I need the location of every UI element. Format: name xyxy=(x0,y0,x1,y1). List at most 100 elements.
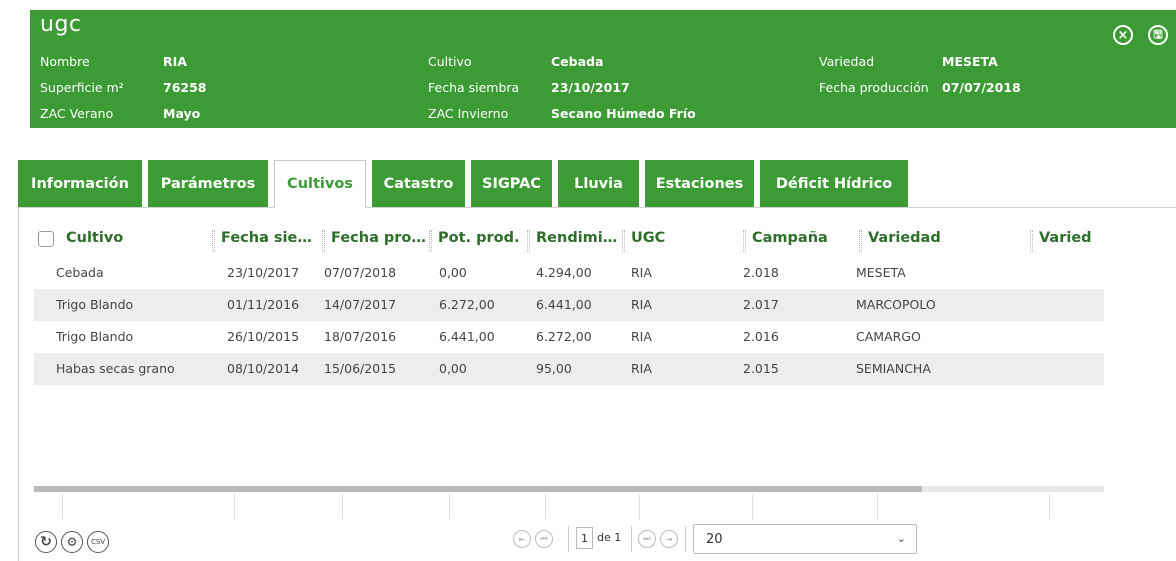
value-superficie: 76258 xyxy=(163,80,207,95)
tab-lluvia[interactable]: Lluvia xyxy=(558,160,639,208)
close-icon[interactable]: × xyxy=(1113,25,1133,45)
cell-pot-prod: 6.441,00 xyxy=(439,329,495,344)
tab-sigpac[interactable]: SIGPAC xyxy=(471,160,552,208)
cell-variedad: CAMARGO xyxy=(856,329,921,344)
tab-deficit-hidrico[interactable]: Déficit Hídrico xyxy=(760,160,908,208)
tab-parametros[interactable]: Parámetros xyxy=(148,160,268,208)
cell-cultivo: Trigo Blando xyxy=(56,297,134,312)
cell-pot-prod: 0,00 xyxy=(439,361,467,376)
page-count-text: de 1 xyxy=(597,531,622,544)
value-fecha-produccion: 07/07/2018 xyxy=(942,80,1021,95)
tab-catastro[interactable]: Catastro xyxy=(372,160,465,208)
column-resize-handle[interactable] xyxy=(322,230,325,252)
label-superficie: Superficie m² xyxy=(40,80,124,95)
label-zac-verano: ZAC Verano xyxy=(40,106,114,121)
table-row[interactable]: Trigo Blando 01/11/2016 14/07/2017 6.272… xyxy=(34,289,1104,321)
cell-ugc: RIA xyxy=(631,329,652,344)
cell-fecha-siembra: 26/10/2015 xyxy=(227,329,300,344)
cell-cultivo: Cebada xyxy=(56,265,104,280)
footer-divider xyxy=(1049,494,1050,519)
footer-divider xyxy=(639,494,640,519)
table-row[interactable]: Habas secas grano 08/10/2014 15/06/2015 … xyxy=(34,353,1104,385)
ugc-header: ugc Nombre RIA Superficie m² 76258 ZAC V… xyxy=(30,10,1176,128)
pager-divider xyxy=(568,526,569,552)
value-zac-verano: Mayo xyxy=(163,106,201,121)
footer-divider xyxy=(62,494,63,519)
cell-variedad: MARCOPOLO xyxy=(856,297,936,312)
page-size-value: 20 xyxy=(706,531,723,547)
cell-rendimiento: 6.441,00 xyxy=(536,297,592,312)
column-resize-handle[interactable] xyxy=(1030,230,1033,252)
column-header-rendimiento[interactable]: Rendimi… xyxy=(536,230,617,246)
save-icon[interactable]: 🖫 xyxy=(1148,25,1168,45)
column-header-variedad-2[interactable]: Varied xyxy=(1039,230,1092,246)
settings-icon[interactable]: ⚙ xyxy=(61,531,83,553)
column-resize-handle[interactable] xyxy=(622,230,625,252)
column-header-ugc[interactable]: UGC xyxy=(631,230,665,246)
tab-estaciones[interactable]: Estaciones xyxy=(645,160,754,208)
column-header-pot-prod[interactable]: Pot. prod. xyxy=(438,230,519,246)
value-cultivo: Cebada xyxy=(551,54,604,69)
table-row[interactable]: Cebada 23/10/2017 07/07/2018 0,00 4.294,… xyxy=(34,257,1104,289)
footer-divider xyxy=(877,494,878,519)
first-page-icon[interactable]: ⇤ xyxy=(513,530,531,548)
cell-pot-prod: 6.272,00 xyxy=(439,297,495,312)
next-page-icon[interactable]: ⏭ xyxy=(638,530,656,548)
cell-pot-prod: 0,00 xyxy=(439,265,467,280)
pager-divider xyxy=(631,526,632,552)
column-header-cultivo[interactable]: Cultivo xyxy=(66,230,123,246)
column-header-variedad[interactable]: Variedad xyxy=(868,230,941,246)
previous-page-icon[interactable]: ⏮ xyxy=(535,530,553,548)
footer-divider xyxy=(752,494,753,519)
cell-campana: 2.016 xyxy=(743,329,779,344)
cell-cultivo: Habas secas grano xyxy=(56,361,175,376)
column-resize-handle[interactable] xyxy=(743,230,746,252)
cell-rendimiento: 4.294,00 xyxy=(536,265,592,280)
cell-campana: 2.015 xyxy=(743,361,779,376)
cell-variedad: MESETA xyxy=(856,265,906,280)
column-header-fecha-siembra[interactable]: Fecha sie… xyxy=(221,230,312,246)
select-all-checkbox[interactable] xyxy=(38,231,54,247)
footer-divider xyxy=(342,494,343,519)
cultivos-grid: Cultivo Fecha sie… Fecha pro… Pot. prod.… xyxy=(18,207,1176,561)
tab-cultivos[interactable]: Cultivos xyxy=(274,160,366,208)
cell-fecha-siembra: 23/10/2017 xyxy=(227,265,300,280)
table-row[interactable]: Trigo Blando 26/10/2015 18/07/2016 6.441… xyxy=(34,321,1104,353)
cell-fecha-siembra: 01/11/2016 xyxy=(227,297,300,312)
label-nombre: Nombre xyxy=(40,54,90,69)
cell-rendimiento: 6.272,00 xyxy=(536,329,592,344)
horizontal-scrollbar-thumb[interactable] xyxy=(34,486,922,492)
page-size-select[interactable]: 20 ⌄ xyxy=(693,524,917,554)
column-resize-handle[interactable] xyxy=(212,230,215,252)
cell-cultivo: Trigo Blando xyxy=(56,329,134,344)
label-zac-invierno: ZAC Invierno xyxy=(428,106,509,121)
cell-fecha-siembra: 08/10/2014 xyxy=(227,361,300,376)
label-fecha-siembra: Fecha siembra xyxy=(428,80,520,95)
cell-campana: 2.017 xyxy=(743,297,779,312)
last-page-icon[interactable]: ⇥ xyxy=(660,530,678,548)
column-resize-handle[interactable] xyxy=(429,230,432,252)
header-title: ugc xyxy=(40,12,82,37)
footer-divider xyxy=(545,494,546,519)
cell-variedad: SEMIANCHA xyxy=(856,361,931,376)
page-number-input[interactable]: 1 xyxy=(576,527,593,549)
column-header-fecha-produccion[interactable]: Fecha pro… xyxy=(331,230,426,246)
pager-divider xyxy=(685,526,686,552)
cell-campana: 2.018 xyxy=(743,265,779,280)
label-cultivo: Cultivo xyxy=(428,54,472,69)
value-zac-invierno: Secano Húmedo Frío xyxy=(551,106,696,121)
footer-divider xyxy=(234,494,235,519)
cell-ugc: RIA xyxy=(631,361,652,376)
cell-ugc: RIA xyxy=(631,265,652,280)
refresh-icon[interactable]: ↻ xyxy=(35,531,57,553)
tab-informacion[interactable]: Información xyxy=(18,160,142,208)
csv-export-button[interactable]: CSV xyxy=(87,531,109,553)
cell-rendimiento: 95,00 xyxy=(536,361,572,376)
value-nombre: RIA xyxy=(163,54,187,69)
column-resize-handle[interactable] xyxy=(527,230,530,252)
label-fecha-produccion: Fecha producción xyxy=(819,80,929,95)
column-header-campana[interactable]: Campaña xyxy=(752,230,828,246)
cell-fecha-produccion: 07/07/2018 xyxy=(324,265,397,280)
column-resize-handle[interactable] xyxy=(859,230,862,252)
footer-divider xyxy=(449,494,450,519)
